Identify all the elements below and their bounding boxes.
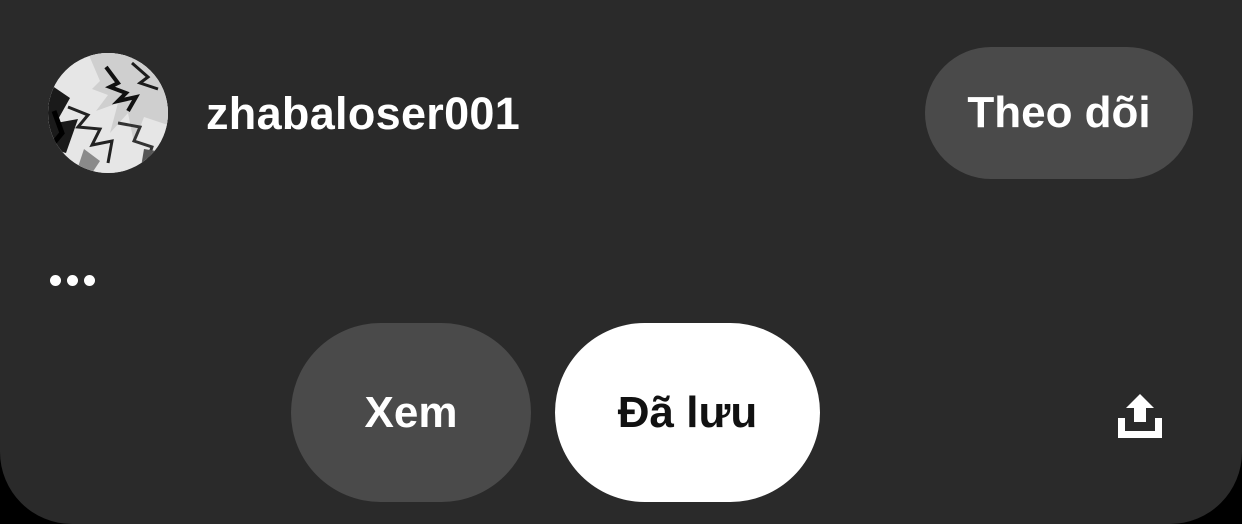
more-dot (67, 274, 78, 286)
more-dot (84, 274, 95, 286)
view-button[interactable]: Xem (291, 323, 531, 502)
username[interactable]: zhabaloser001 (206, 86, 520, 142)
follow-button[interactable]: Theo dõi (925, 47, 1193, 179)
pin-detail-panel: zhabaloser001 Theo dõi Xem Đã lưu (0, 0, 1242, 524)
saved-button[interactable]: Đã lưu (555, 323, 820, 502)
share-upload-icon (1118, 394, 1162, 438)
avatar-image (48, 53, 168, 173)
avatar[interactable] (48, 53, 168, 173)
share-button[interactable] (1108, 384, 1172, 448)
more-dot (50, 274, 61, 286)
more-options-button[interactable] (50, 262, 100, 298)
